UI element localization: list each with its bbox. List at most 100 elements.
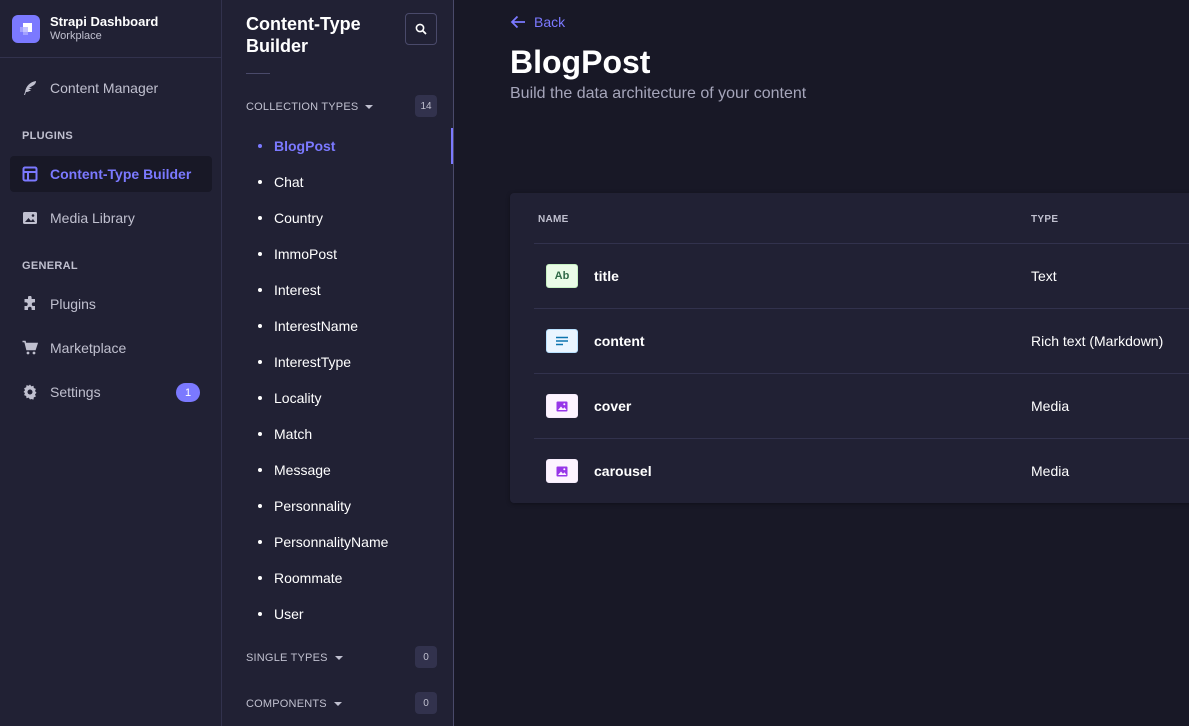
sidebar-item-label: Message <box>274 462 331 478</box>
field-name: carousel <box>594 463 652 479</box>
bullet-dot-icon <box>258 180 262 184</box>
sidebar-item-interesttype[interactable]: InterestType <box>222 344 453 380</box>
fields-table: NAME TYPE Ab title Text content Rich tex… <box>510 193 1189 503</box>
column-header-name: NAME <box>538 214 569 225</box>
bullet-dot-icon <box>258 252 262 256</box>
content-type-subnav: Content-Type Builder COLLECTION TYPES 14… <box>222 0 454 726</box>
sidebar-item-label: ImmoPost <box>274 246 338 262</box>
sidebar-item-country[interactable]: Country <box>222 200 453 236</box>
bullet-dot-icon <box>258 612 262 616</box>
search-button[interactable] <box>405 13 437 45</box>
caret-down-icon <box>333 702 342 706</box>
table-header: NAME TYPE <box>534 193 1189 244</box>
sidebar-item-label: Personnality <box>274 498 352 514</box>
sidebar-item-interestname[interactable]: InterestName <box>222 308 453 344</box>
back-label: Back <box>534 14 566 30</box>
gear-icon <box>22 384 38 400</box>
field-name: cover <box>594 398 632 414</box>
collection-types-list: BlogPost Chat Country ImmoPost Interest Inter… <box>222 128 453 632</box>
table-row[interactable]: carousel Media <box>534 439 1189 504</box>
bullet-dot-icon <box>258 576 262 580</box>
table-row[interactable]: content Rich text (Markdown) <box>534 309 1189 374</box>
components-toggle[interactable]: COMPONENTS 0 <box>246 692 437 716</box>
nav-item-plugins[interactable]: Plugins <box>10 286 212 322</box>
sidebar-item-label: InterestType <box>274 354 352 370</box>
nav-item-media-library[interactable]: Media Library <box>10 200 212 236</box>
sidebar-item-chat[interactable]: Chat <box>222 164 453 200</box>
subnav-divider <box>246 73 270 74</box>
layout-icon <box>22 166 38 182</box>
collection-types-count: 14 <box>415 95 437 117</box>
field-type: Media <box>1031 398 1070 414</box>
back-link[interactable]: Back <box>510 14 565 30</box>
brand-text: Strapi Dashboard Workplace <box>50 14 158 44</box>
media-icon <box>546 459 578 483</box>
field-type: Media <box>1031 463 1070 479</box>
sidebar-item-user[interactable]: User <box>222 596 453 632</box>
search-icon <box>415 23 427 35</box>
bullet-dot-icon <box>258 144 262 148</box>
single-types-toggle[interactable]: SINGLE TYPES 0 <box>246 646 437 670</box>
sidebar-item-message[interactable]: Message <box>222 452 453 488</box>
table-row[interactable]: cover Media <box>534 374 1189 439</box>
main-content: Back BlogPost Build the data architectur… <box>454 0 1189 726</box>
collection-types-label: COLLECTION TYPES <box>246 101 359 113</box>
settings-notification-badge: 1 <box>176 383 200 402</box>
table-row[interactable]: Ab title Text <box>534 244 1189 309</box>
single-types-count: 0 <box>415 646 437 668</box>
bullet-dot-icon <box>258 216 262 220</box>
field-type: Rich text (Markdown) <box>1031 333 1164 349</box>
page-title: BlogPost <box>510 44 651 80</box>
bullet-dot-icon <box>258 540 262 544</box>
components-count: 0 <box>415 692 437 714</box>
bullet-dot-icon <box>258 396 262 400</box>
bullet-dot-icon <box>258 432 262 436</box>
sidebar-item-label: Locality <box>274 390 322 406</box>
nav-label: Media Library <box>50 210 135 226</box>
nav-label: Content-Type Builder <box>50 166 192 182</box>
brand-title: Strapi Dashboard <box>50 13 159 29</box>
single-types-label: SINGLE TYPES <box>246 652 328 664</box>
caret-down-icon <box>334 656 343 660</box>
sidebar-item-personnalityname[interactable]: PersonnalityName <box>222 524 453 560</box>
collection-types-toggle[interactable]: COLLECTION TYPES 14 <box>246 95 437 119</box>
sidebar-item-label: Roommate <box>274 570 343 586</box>
sidebar-item-interest[interactable]: Interest <box>222 272 453 308</box>
nav-item-settings[interactable]: Settings 1 <box>10 374 212 410</box>
nav-section-general: GENERAL <box>22 260 78 272</box>
field-name: content <box>594 333 645 349</box>
page-subtitle: Build the data architecture of your cont… <box>510 85 807 102</box>
field-name: title <box>594 268 619 284</box>
sidebar-item-locality[interactable]: Locality <box>222 380 453 416</box>
sidebar-item-immopost[interactable]: ImmoPost <box>222 236 453 272</box>
nav-label: Plugins <box>50 296 96 312</box>
bullet-dot-icon <box>258 504 262 508</box>
sidebar-item-roommate[interactable]: Roommate <box>222 560 453 596</box>
text-icon: Ab <box>546 264 578 288</box>
nav-label: Marketplace <box>50 340 127 356</box>
nav-item-content-manager[interactable]: Content Manager <box>10 70 212 106</box>
sidebar-item-label: User <box>274 606 304 622</box>
cart-icon <box>22 340 38 356</box>
puzzle-icon <box>22 296 38 312</box>
caret-down-icon <box>365 105 374 109</box>
feather-icon <box>22 80 38 96</box>
richtext-icon <box>546 329 578 353</box>
sidebar-item-blogpost[interactable]: BlogPost <box>222 128 453 164</box>
sidebar-item-label: PersonnalityName <box>274 534 389 550</box>
main-navigation: Strapi Dashboard Workplace Content Manag… <box>0 0 222 726</box>
sidebar-item-label: Country <box>274 210 324 226</box>
brand[interactable]: Strapi Dashboard Workplace <box>0 0 221 58</box>
strapi-logo-icon <box>12 14 40 43</box>
sidebar-item-label: BlogPost <box>274 138 336 154</box>
media-icon <box>546 394 578 418</box>
nav-item-content-type-builder[interactable]: Content-Type Builder <box>10 156 212 192</box>
components-label: COMPONENTS <box>246 698 327 710</box>
sidebar-item-match[interactable]: Match <box>222 416 453 452</box>
subnav-title: Content-Type Builder <box>246 14 361 56</box>
sidebar-item-personnality[interactable]: Personnality <box>222 488 453 524</box>
sidebar-item-label: InterestName <box>274 318 359 334</box>
bullet-dot-icon <box>258 324 262 328</box>
nav-item-marketplace[interactable]: Marketplace <box>10 330 212 366</box>
sidebar-item-label: Interest <box>274 282 321 298</box>
